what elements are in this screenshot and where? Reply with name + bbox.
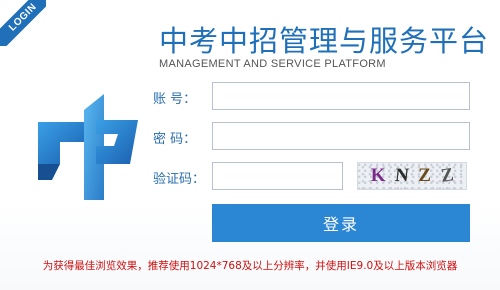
browser-notice: 为获得最佳浏览效果，推荐使用1024*768及以上分辨率，并使用IE9.0及以上… bbox=[42, 260, 458, 272]
login-badge-label: LOGIN bbox=[0, 0, 46, 46]
password-label: 密 码： bbox=[153, 132, 197, 147]
captcha-char: N bbox=[393, 165, 410, 186]
page-subtitle: MANAGEMENT AND SERVICE PLATFORM bbox=[159, 58, 386, 70]
password-input[interactable] bbox=[212, 122, 470, 150]
login-corner-badge: LOGIN bbox=[0, 0, 46, 46]
page-title: 中考中招管理与服务平台 bbox=[159, 24, 490, 58]
captcha-input[interactable] bbox=[212, 162, 343, 190]
account-input[interactable] bbox=[212, 82, 470, 110]
captcha-char: K bbox=[370, 165, 386, 186]
captcha-char: Z bbox=[439, 164, 455, 187]
captcha-image[interactable]: K N Z Z bbox=[357, 162, 467, 190]
login-button[interactable]: 登录 bbox=[212, 204, 470, 242]
captcha-label: 验证码： bbox=[153, 172, 206, 187]
zhong-logo-icon bbox=[38, 94, 138, 200]
captcha-char: Z bbox=[418, 165, 431, 186]
account-label: 账 号： bbox=[153, 92, 197, 107]
